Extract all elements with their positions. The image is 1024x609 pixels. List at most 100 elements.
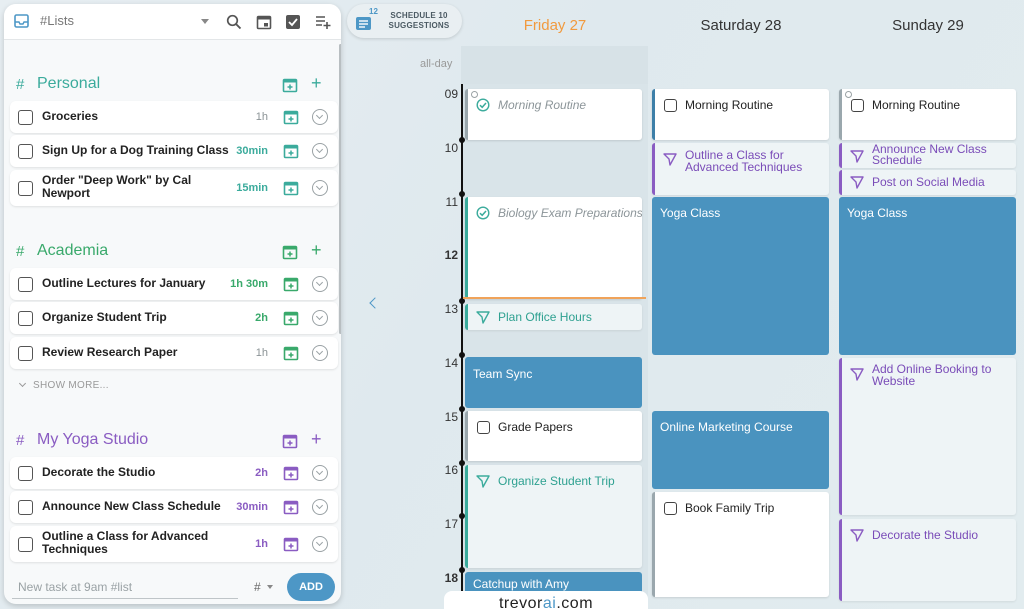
task-checkbox[interactable]	[18, 466, 33, 481]
collapse-sidebar-icon[interactable]	[369, 297, 381, 309]
calendar-event[interactable]: Post on Social Media	[839, 170, 1016, 195]
search-icon[interactable]	[226, 14, 242, 30]
chevron-down-icon	[18, 379, 27, 388]
schedule-task-icon[interactable]	[283, 536, 299, 552]
chevron-down-icon[interactable]	[267, 585, 273, 589]
calendar-event[interactable]: Online Marketing Course	[652, 411, 829, 489]
hour-tick	[459, 137, 465, 143]
hour-tick	[459, 352, 465, 358]
show-more-link[interactable]: SHOW MORE...	[18, 379, 109, 391]
day-header-saturday: Saturday 28	[700, 17, 782, 34]
task-options-icon[interactable]	[312, 143, 328, 159]
task-item[interactable]: Outline a Class for Advanced Techniques …	[10, 526, 338, 562]
all-day-slot[interactable]	[461, 46, 648, 84]
task-checkbox[interactable]	[18, 500, 33, 515]
task-options-icon[interactable]	[312, 180, 328, 196]
task-options-icon[interactable]	[312, 310, 328, 326]
task-checkbox[interactable]	[18, 181, 33, 196]
task-checkbox[interactable]	[18, 311, 33, 326]
event-checkbox[interactable]	[477, 421, 490, 434]
task-item[interactable]: Announce New Class Schedule 30min	[10, 491, 338, 523]
task-item[interactable]: Order "Deep Work" by Cal Newport 15min	[10, 170, 338, 206]
task-checkbox[interactable]	[18, 346, 33, 361]
calendar-event[interactable]: Yoga Class	[839, 197, 1016, 355]
add-list-icon[interactable]	[315, 14, 331, 30]
calendar-event[interactable]: Morning Routine	[839, 89, 1016, 140]
task-item[interactable]: Outline Lectures for January 1h 30m	[10, 268, 338, 300]
calendar-icon[interactable]	[256, 14, 272, 30]
add-task-icon[interactable]: +	[311, 241, 322, 259]
task-item[interactable]: Sign Up for a Dog Training Class 30min	[10, 135, 338, 167]
calendar-event[interactable]: Morning Routine	[652, 89, 829, 140]
event-title: Yoga Class	[847, 206, 908, 220]
hour-label: 16	[444, 463, 458, 477]
schedule-task-icon[interactable]	[283, 310, 299, 326]
task-item[interactable]: Decorate the Studio 2h	[10, 457, 338, 489]
schedule-section-icon[interactable]	[282, 433, 298, 449]
calendar-event[interactable]: Plan Office Hours	[465, 304, 642, 330]
calendar-event[interactable]: Grade Papers	[465, 411, 642, 461]
event-checkbox[interactable]	[851, 99, 864, 112]
schedule-task-icon[interactable]	[283, 499, 299, 515]
schedule-task-icon[interactable]	[283, 276, 299, 292]
hour-label: 10	[444, 141, 458, 155]
calendar-event[interactable]: Biology Exam Preparations	[465, 197, 642, 299]
section-header-personal: # Personal +	[4, 74, 341, 98]
completed-check-icon	[476, 206, 490, 220]
task-item[interactable]: Organize Student Trip 2h	[10, 302, 338, 334]
calendar-event[interactable]: Book Family Trip	[652, 492, 829, 597]
section-title[interactable]: Academia	[37, 242, 108, 260]
task-item[interactable]: Groceries 1h	[10, 101, 338, 133]
task-options-icon[interactable]	[312, 499, 328, 515]
schedule-task-icon[interactable]	[283, 180, 299, 196]
event-title: Morning Routine	[872, 98, 961, 112]
task-duration: 30min	[236, 501, 268, 513]
chevron-down-icon[interactable]	[201, 19, 209, 24]
calendar-event[interactable]: Announce New Class Schedule	[839, 143, 1016, 168]
calendar-event[interactable]: Morning Routine	[465, 89, 642, 140]
new-task-input[interactable]	[12, 575, 238, 599]
inbox-icon[interactable]	[14, 14, 29, 28]
hour-label: 09	[444, 87, 458, 101]
calendar-event[interactable]: Decorate the Studio	[839, 519, 1016, 601]
list-selector[interactable]: #Lists	[40, 13, 74, 28]
task-options-icon[interactable]	[312, 345, 328, 361]
list-hash-select[interactable]: #	[254, 580, 261, 594]
schedule-suggestions-button[interactable]: 12 SCHEDULE 10 SUGGESTIONS	[347, 4, 462, 38]
event-title: Grade Papers	[498, 420, 573, 434]
section-title[interactable]: My Yoga Studio	[37, 431, 148, 449]
task-options-icon[interactable]	[312, 276, 328, 292]
task-checkbox[interactable]	[18, 537, 33, 552]
event-title: Book Family Trip	[685, 501, 775, 515]
hour-label: 11	[445, 195, 458, 209]
schedule-task-icon[interactable]	[283, 345, 299, 361]
event-title: Announce New Class Schedule	[872, 143, 987, 167]
add-task-icon[interactable]: +	[311, 430, 322, 448]
task-options-icon[interactable]	[312, 465, 328, 481]
task-checkbox[interactable]	[18, 144, 33, 159]
add-task-icon[interactable]: +	[311, 74, 322, 92]
schedule-task-icon[interactable]	[283, 109, 299, 125]
calendar-event[interactable]: Add Online Booking to Website	[839, 358, 1016, 515]
calendar-event[interactable]: Yoga Class	[652, 197, 829, 355]
schedule-section-icon[interactable]	[282, 77, 298, 93]
event-checkbox[interactable]	[664, 502, 677, 515]
calendar-event[interactable]: Team Sync	[465, 357, 642, 408]
task-checkbox[interactable]	[18, 110, 33, 125]
task-options-icon[interactable]	[312, 109, 328, 125]
task-arrow-icon	[476, 311, 490, 324]
schedule-task-icon[interactable]	[283, 465, 299, 481]
sidebar-toolbar: #Lists	[4, 4, 341, 40]
scrollbar[interactable]	[339, 44, 341, 334]
schedule-section-icon[interactable]	[282, 244, 298, 260]
calendar-event[interactable]: Organize Student Trip	[465, 465, 642, 568]
add-task-button[interactable]: ADD	[287, 573, 335, 601]
task-options-icon[interactable]	[312, 536, 328, 552]
event-checkbox[interactable]	[664, 99, 677, 112]
section-title[interactable]: Personal	[37, 75, 100, 93]
schedule-task-icon[interactable]	[283, 143, 299, 159]
task-checkbox[interactable]	[18, 277, 33, 292]
calendar-event[interactable]: Outline a Class for Advanced Techniques	[652, 143, 829, 195]
checkbox-done-icon[interactable]	[285, 14, 301, 30]
task-item[interactable]: Review Research Paper 1h	[10, 337, 338, 369]
